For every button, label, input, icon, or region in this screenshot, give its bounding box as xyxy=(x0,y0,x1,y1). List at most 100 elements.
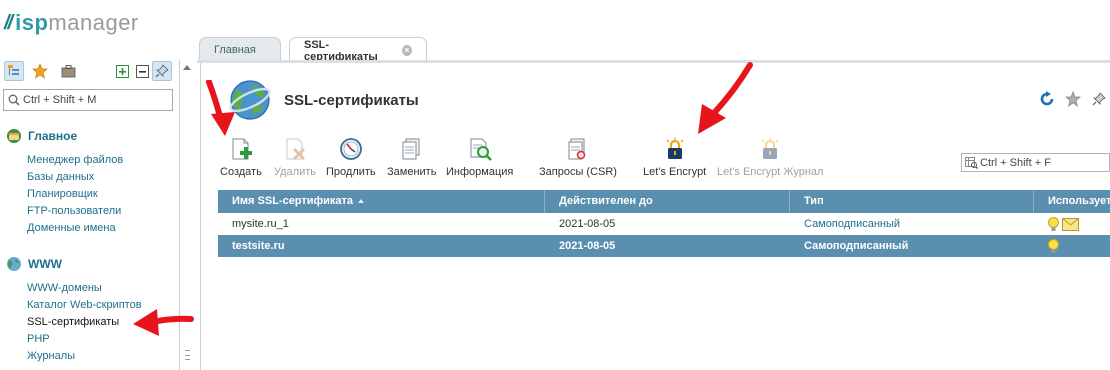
replace-icon xyxy=(402,138,420,160)
tab-ssl-label: SSL-сертификаты xyxy=(304,38,378,63)
logo-manager-text: manager xyxy=(48,10,139,35)
csr-label: Запросы (CSR) xyxy=(539,166,617,178)
logo-isp-text: isp xyxy=(15,10,49,35)
cell-valid-until: 2021-08-05 xyxy=(559,240,616,252)
left-panel: // isp manager Главное Менеджер файло xyxy=(0,0,197,370)
delete-button[interactable]: Удалить xyxy=(274,135,316,178)
delete-icon xyxy=(286,138,306,161)
create-icon xyxy=(232,138,252,160)
collapse-all-button[interactable] xyxy=(132,61,152,81)
globe-section-icon xyxy=(7,257,21,271)
table-search[interactable] xyxy=(961,153,1110,172)
csr-button[interactable]: Запросы (CSR) xyxy=(539,135,617,178)
replace-button[interactable]: Заменить xyxy=(387,135,436,178)
lets-encrypt-log-button[interactable]: Let's Encrypt Журнал xyxy=(717,135,823,178)
replace-label: Заменить xyxy=(387,166,437,178)
column-header-name[interactable]: Имя SSL-сертификата xyxy=(218,190,545,213)
cell-name: mysite.ru_1 xyxy=(232,218,289,230)
section-www[interactable]: WWW xyxy=(6,256,62,272)
cell-type: Самоподписанный xyxy=(804,240,909,252)
menu-item-www-domains[interactable]: WWW-домены xyxy=(27,280,142,297)
menu-item-domain-names[interactable]: Доменные имена xyxy=(27,220,123,237)
lets-encrypt-log-label: Let's Encrypt Журнал xyxy=(717,166,824,178)
section-main-title: Главное xyxy=(28,129,78,143)
ssl-globe-icon xyxy=(229,80,271,120)
favorite-button[interactable] xyxy=(1064,90,1082,108)
resize-grip-icon[interactable] xyxy=(185,350,190,360)
delete-label: Удалить xyxy=(274,166,316,178)
cell-valid-until: 2021-08-05 xyxy=(559,218,616,230)
csr-icon xyxy=(568,138,586,160)
favorites-button[interactable] xyxy=(30,61,50,81)
mail-icon xyxy=(1062,217,1079,231)
scroll-up-icon[interactable] xyxy=(183,65,191,70)
menu-tree-button[interactable] xyxy=(4,61,24,81)
pin-icon xyxy=(1092,92,1106,106)
cell-type: Самоподписанный xyxy=(804,218,901,230)
table-row[interactable]: mysite.ru_1 2021-08-05 Самоподписанный xyxy=(218,213,1110,235)
section-main[interactable]: Главное xyxy=(6,128,77,144)
table-filter-icon xyxy=(965,156,978,169)
menu-item-ssl-certificates[interactable]: SSL-сертификаты xyxy=(27,314,142,331)
menu-search[interactable] xyxy=(3,89,173,111)
menu-item-logs[interactable]: Журналы xyxy=(27,348,142,365)
star-outline-icon xyxy=(1065,91,1081,107)
menu-item-web-scripts[interactable]: Каталог Web-скриптов xyxy=(27,297,142,314)
pin-panel-button[interactable] xyxy=(152,61,172,81)
ispmanager-logo[interactable]: // isp manager xyxy=(4,8,139,38)
column-header-used[interactable]: Используется xyxy=(1034,190,1110,213)
page-header-actions xyxy=(1038,90,1108,108)
pin-page-button[interactable] xyxy=(1090,90,1108,108)
minus-box-icon xyxy=(135,64,149,78)
table-search-input[interactable] xyxy=(980,156,1105,169)
refresh-button[interactable] xyxy=(1038,90,1056,108)
renew-button[interactable]: Продлить xyxy=(326,135,376,178)
menu-item-databases[interactable]: Базы данных xyxy=(27,169,123,186)
cell-name: testsite.ru xyxy=(232,240,285,252)
column-type-label: Тип xyxy=(804,195,824,207)
tab-close-icon[interactable]: × xyxy=(401,45,412,56)
briefcase-button[interactable] xyxy=(58,61,78,81)
page-title: SSL-сертификаты xyxy=(284,91,419,109)
column-header-valid-until[interactable]: Действителен до xyxy=(545,190,790,213)
create-label: Создать xyxy=(220,166,262,178)
tree-icon xyxy=(8,65,19,75)
column-header-type[interactable]: Тип xyxy=(790,190,1034,213)
table-row-selected[interactable]: testsite.ru 2021-08-05 Самоподписанный xyxy=(218,235,1110,257)
tab-home[interactable]: Главная xyxy=(199,37,281,62)
renew-label: Продлить xyxy=(326,166,376,178)
tab-home-label: Главная xyxy=(214,44,256,56)
column-used-label: Используется xyxy=(1048,195,1110,207)
left-toolbar xyxy=(4,61,174,83)
home-section-icon xyxy=(7,129,21,143)
lets-encrypt-label: Let's Encrypt xyxy=(643,166,707,178)
lets-encrypt-icon xyxy=(666,137,684,159)
table-header: Имя SSL-сертификата Действителен до Тип … xyxy=(218,190,1110,213)
left-scrollbar[interactable] xyxy=(179,60,195,370)
info-icon xyxy=(470,138,492,161)
menu-item-ftp-users[interactable]: FTP-пользователи xyxy=(27,203,123,220)
menu-item-file-manager[interactable]: Менеджер файлов xyxy=(27,152,123,169)
briefcase-icon xyxy=(61,65,75,78)
sort-asc-icon xyxy=(358,199,365,204)
info-label: Информация xyxy=(446,166,514,178)
info-button[interactable]: Информация xyxy=(446,135,513,178)
lets-encrypt-button[interactable]: Let's Encrypt xyxy=(643,135,706,178)
search-icon xyxy=(8,94,20,106)
lets-encrypt-log-icon xyxy=(761,137,779,159)
menu-search-input[interactable] xyxy=(23,94,163,106)
expand-all-button[interactable] xyxy=(112,61,132,81)
menu-item-scheduler[interactable]: Планировщик xyxy=(27,186,123,203)
create-button[interactable]: Создать xyxy=(220,135,262,178)
pin-icon xyxy=(155,64,169,78)
column-name-label: Имя SSL-сертификата xyxy=(232,195,354,207)
cell-used xyxy=(1034,235,1110,257)
logo-mark-icon: // xyxy=(4,11,13,34)
section-main-menu: Менеджер файлов Базы данных Планировщик … xyxy=(27,152,123,237)
column-valid-until-label: Действителен до xyxy=(559,195,653,207)
plus-box-icon xyxy=(115,64,129,78)
refresh-icon xyxy=(1040,91,1054,106)
menu-item-php[interactable]: PHP xyxy=(27,331,142,348)
renew-icon xyxy=(339,138,362,160)
cell-used xyxy=(1034,213,1110,235)
